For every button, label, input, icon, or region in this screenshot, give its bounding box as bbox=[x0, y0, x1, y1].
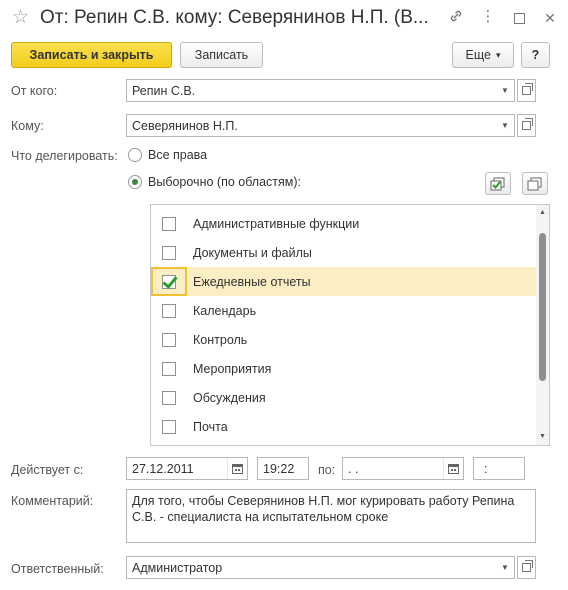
area-checkbox-checked[interactable] bbox=[162, 274, 176, 289]
areas-list[interactable]: Административные функции Документы и фай… bbox=[150, 204, 550, 446]
valid-from-label: Действует с: bbox=[11, 463, 84, 477]
list-item[interactable]: Контроль bbox=[151, 325, 536, 354]
uncheck-all-icon bbox=[527, 177, 542, 190]
area-label: Документы и файлы bbox=[193, 245, 312, 260]
option-selective[interactable]: Выборочно (по областям): bbox=[128, 174, 301, 190]
list-item[interactable]: Мероприятия bbox=[151, 354, 536, 383]
open-from-button[interactable] bbox=[517, 79, 536, 102]
option-all-rights-label: Все права bbox=[148, 148, 208, 162]
dropdown-arrow-icon[interactable]: ▼ bbox=[496, 557, 514, 578]
check-all-icon bbox=[490, 177, 505, 190]
open-responsible-button[interactable] bbox=[517, 556, 536, 579]
area-label: Почта bbox=[193, 419, 228, 434]
area-checkbox[interactable] bbox=[162, 303, 176, 318]
area-label: Мероприятия bbox=[193, 361, 272, 376]
more-menu-label: Еще bbox=[465, 48, 491, 62]
open-icon bbox=[522, 83, 533, 95]
valid-from-date-value: 27.12.2011 bbox=[132, 461, 194, 476]
link-icon[interactable] bbox=[446, 8, 466, 30]
area-checkbox[interactable] bbox=[162, 245, 176, 260]
area-checkbox[interactable] bbox=[162, 332, 176, 347]
valid-from-date-field[interactable]: 27.12.2011 bbox=[126, 457, 248, 480]
valid-to-date-field[interactable]: . . bbox=[342, 457, 464, 480]
window-title: От: Репин С.В. кому: Северянинов Н.П. (В… bbox=[40, 7, 429, 28]
from-field[interactable]: Репин С.В. ▼ bbox=[126, 79, 515, 102]
valid-from-time-value: 19:22 bbox=[263, 461, 295, 476]
area-label: Календарь bbox=[193, 303, 257, 318]
open-icon bbox=[522, 118, 533, 130]
to-label: Кому: bbox=[11, 119, 44, 133]
area-checkbox[interactable] bbox=[162, 419, 176, 434]
valid-from-time-field[interactable]: 19:22 bbox=[257, 457, 309, 480]
area-checkbox[interactable] bbox=[162, 361, 176, 376]
help-button[interactable]: ? bbox=[521, 42, 550, 68]
uncheck-all-button[interactable] bbox=[522, 172, 548, 195]
valid-to-date-value: . . bbox=[348, 461, 359, 476]
option-selective-label: Выборочно (по областям): bbox=[148, 175, 302, 189]
open-icon bbox=[522, 560, 533, 572]
more-actions-icon[interactable]: ⋮ bbox=[478, 7, 498, 27]
close-icon[interactable]: ✕ bbox=[540, 8, 560, 28]
favorite-star-icon[interactable]: ☆ bbox=[12, 8, 29, 28]
area-label: Административные функции bbox=[193, 216, 360, 231]
maximize-icon[interactable] bbox=[514, 13, 525, 24]
radio-all-rights[interactable] bbox=[128, 148, 142, 162]
calendar-icon[interactable] bbox=[227, 458, 247, 479]
list-item[interactable]: Обсуждения bbox=[151, 383, 536, 412]
responsible-label: Ответственный: bbox=[11, 562, 104, 576]
what-to-delegate-label: Что делегировать: bbox=[11, 149, 118, 163]
option-all-rights[interactable]: Все права bbox=[128, 147, 207, 163]
list-item-selected[interactable]: Ежедневные отчеты bbox=[151, 267, 536, 296]
list-item[interactable]: Административные функции bbox=[151, 209, 536, 238]
check-all-button[interactable] bbox=[485, 172, 511, 195]
save-button[interactable]: Записать bbox=[180, 42, 263, 68]
comment-label: Комментарий: bbox=[11, 494, 94, 508]
valid-to-time-value: : bbox=[484, 461, 488, 476]
to-value: Северянинов Н.П. bbox=[132, 118, 238, 133]
dropdown-arrow-icon[interactable]: ▼ bbox=[496, 80, 514, 101]
list-item[interactable]: Документы и файлы bbox=[151, 238, 536, 267]
scroll-up-icon[interactable]: ▲ bbox=[536, 207, 549, 219]
calendar-icon[interactable] bbox=[443, 458, 463, 479]
to-field[interactable]: Северянинов Н.П. ▼ bbox=[126, 114, 515, 137]
list-item[interactable]: Календарь bbox=[151, 296, 536, 325]
area-label: Обсуждения bbox=[193, 390, 266, 405]
radio-selective[interactable] bbox=[128, 175, 142, 189]
responsible-value: Администратор bbox=[132, 560, 223, 575]
scroll-thumb[interactable] bbox=[539, 233, 546, 381]
area-checkbox[interactable] bbox=[162, 216, 176, 231]
area-checkbox[interactable] bbox=[162, 390, 176, 405]
valid-to-label: по: bbox=[318, 463, 336, 477]
valid-to-time-field[interactable]: : bbox=[473, 457, 525, 480]
comment-textarea[interactable]: Для того, чтобы Северянинов Н.П. мог кур… bbox=[126, 489, 536, 543]
more-menu-button[interactable]: Еще ▾ bbox=[452, 42, 514, 68]
responsible-field[interactable]: Администратор ▼ bbox=[126, 556, 515, 579]
from-value: Репин С.В. bbox=[132, 83, 196, 98]
area-label: Контроль bbox=[193, 332, 248, 347]
area-label: Ежедневные отчеты bbox=[193, 274, 311, 289]
list-scrollbar[interactable]: ▲ ▼ bbox=[536, 205, 549, 445]
open-to-button[interactable] bbox=[517, 114, 536, 137]
from-label: От кого: bbox=[11, 84, 58, 98]
list-item[interactable]: Почта bbox=[151, 412, 536, 441]
scroll-down-icon[interactable]: ▼ bbox=[536, 431, 549, 443]
save-and-close-button[interactable]: Записать и закрыть bbox=[11, 42, 172, 68]
chevron-down-icon: ▾ bbox=[495, 49, 501, 60]
dropdown-arrow-icon[interactable]: ▼ bbox=[496, 115, 514, 136]
